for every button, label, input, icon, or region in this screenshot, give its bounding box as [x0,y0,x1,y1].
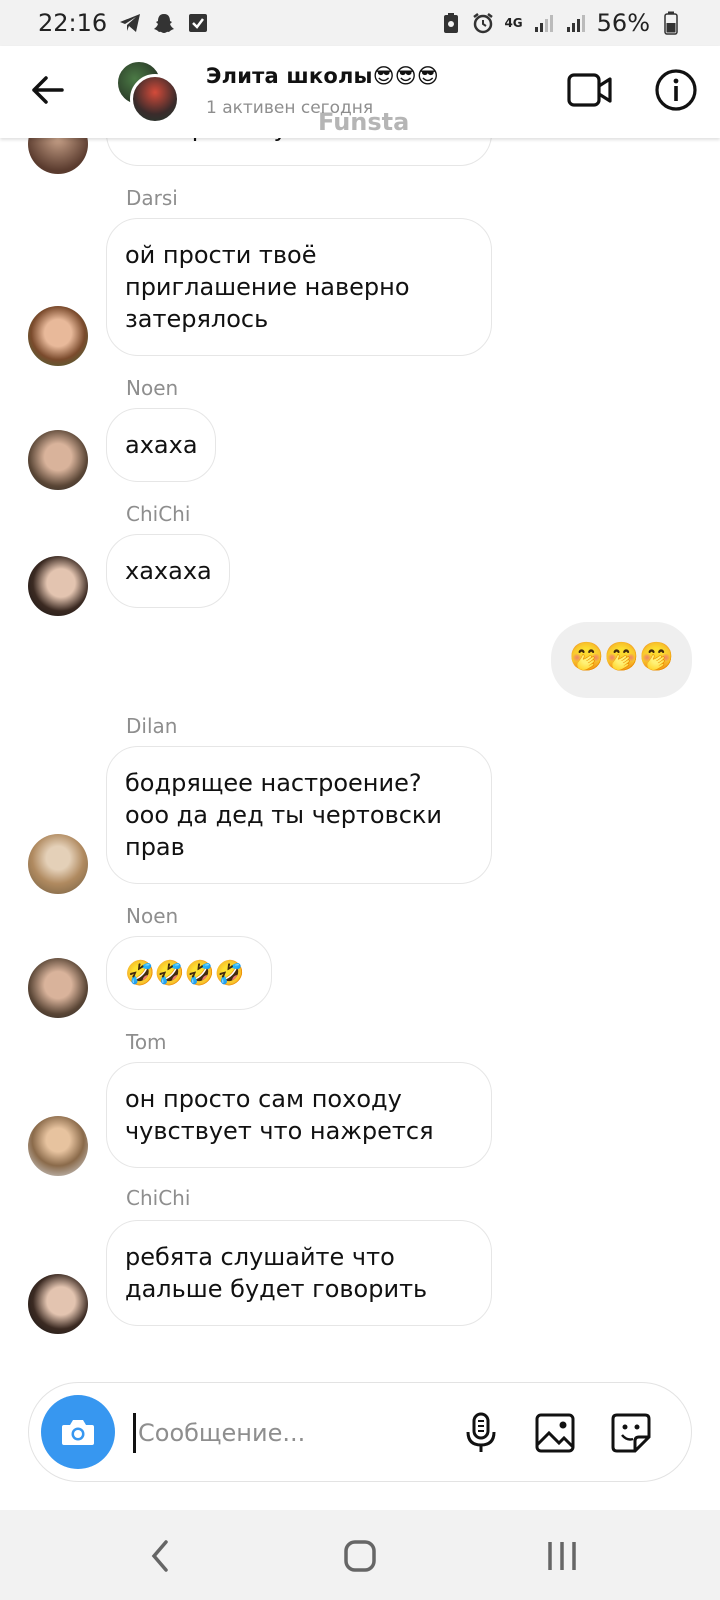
info-icon [655,69,697,111]
message-bubble[interactable]: ребята слушайте что дальше будет говорит… [106,1220,492,1326]
network-type: 4G [504,16,523,30]
alarm-icon [472,12,494,34]
message-bubble[interactable]: он просто сам походу чувствует что нажре… [106,1062,492,1168]
own-message-bubble[interactable]: 🤭🤭🤭 [551,622,692,698]
video-call-button[interactable] [566,70,614,110]
recent-apps-icon [548,1542,576,1570]
status-bar: 22:16 4G 56% [0,0,720,46]
sender-name: Noen [126,904,179,928]
signal-icon-2 [565,12,587,34]
avatar[interactable] [28,138,88,174]
sender-name: Dilan [126,714,178,738]
watermark: Funsta [318,108,410,136]
nav-recents-button[interactable] [540,1534,584,1578]
chevron-left-icon [151,1540,168,1572]
avatar[interactable] [28,430,88,490]
camera-button[interactable] [41,1395,115,1469]
telegram-icon [119,12,141,34]
sender-name: ChiChi [126,502,191,526]
message-composer [28,1382,692,1482]
avatar[interactable] [28,306,88,366]
message-list[interactable]: шикарная тусовка Darsi ой прости твоё пр… [0,138,720,1380]
back-arrow-icon [32,76,64,104]
avatar[interactable] [28,834,88,894]
home-icon [344,1540,376,1572]
sender-name: Noen [126,376,179,400]
sender-name: Tom [126,1030,167,1054]
back-button[interactable] [28,70,68,110]
chat-title[interactable]: Элита школы😎😎😎 [206,64,439,88]
video-call-icon [567,73,612,107]
nav-back-button[interactable] [140,1534,184,1578]
message-input[interactable] [133,1413,453,1453]
avatar[interactable] [28,958,88,1018]
gallery-button[interactable] [533,1411,577,1455]
chat-header: Элита школы😎😎😎 1 активен сегодня Funsta [0,46,720,138]
avatar[interactable] [28,1274,88,1334]
microphone-icon [466,1412,496,1452]
sender-name: Darsi [126,186,178,210]
sticker-button[interactable] [609,1411,653,1455]
battery-icon [660,11,682,35]
gallery-icon [535,1413,575,1453]
camera-icon [62,1420,94,1445]
message-bubble[interactable]: ой прости твоё приглашение наверно затер… [106,218,492,356]
message-bubble[interactable]: хахаха [106,534,230,608]
sticker-icon [611,1413,651,1453]
status-time: 22:16 [38,9,108,37]
info-button[interactable] [654,68,698,112]
group-avatar-front [130,74,180,124]
avatar[interactable] [28,556,88,616]
signal-icon-1 [533,12,555,34]
avatar[interactable] [28,1116,88,1176]
message-bubble[interactable]: 🤣🤣🤣🤣 [106,936,272,1010]
checkbox-notification-icon [187,12,209,34]
battery-saver-icon [440,12,462,34]
sender-name: ChiChi [126,1186,191,1210]
message-bubble[interactable]: бодрящее настроение? ооо да дед ты черто… [106,746,492,884]
nav-home-button[interactable] [338,1534,382,1578]
battery-percent: 56% [596,9,650,37]
message-bubble[interactable]: шикарная тусовка [106,138,492,166]
snapchat-icon [153,12,175,34]
system-navigation-bar [0,1510,720,1600]
group-avatar[interactable] [116,60,180,124]
microphone-button[interactable] [459,1411,503,1455]
message-bubble[interactable]: ахаха [106,408,216,482]
